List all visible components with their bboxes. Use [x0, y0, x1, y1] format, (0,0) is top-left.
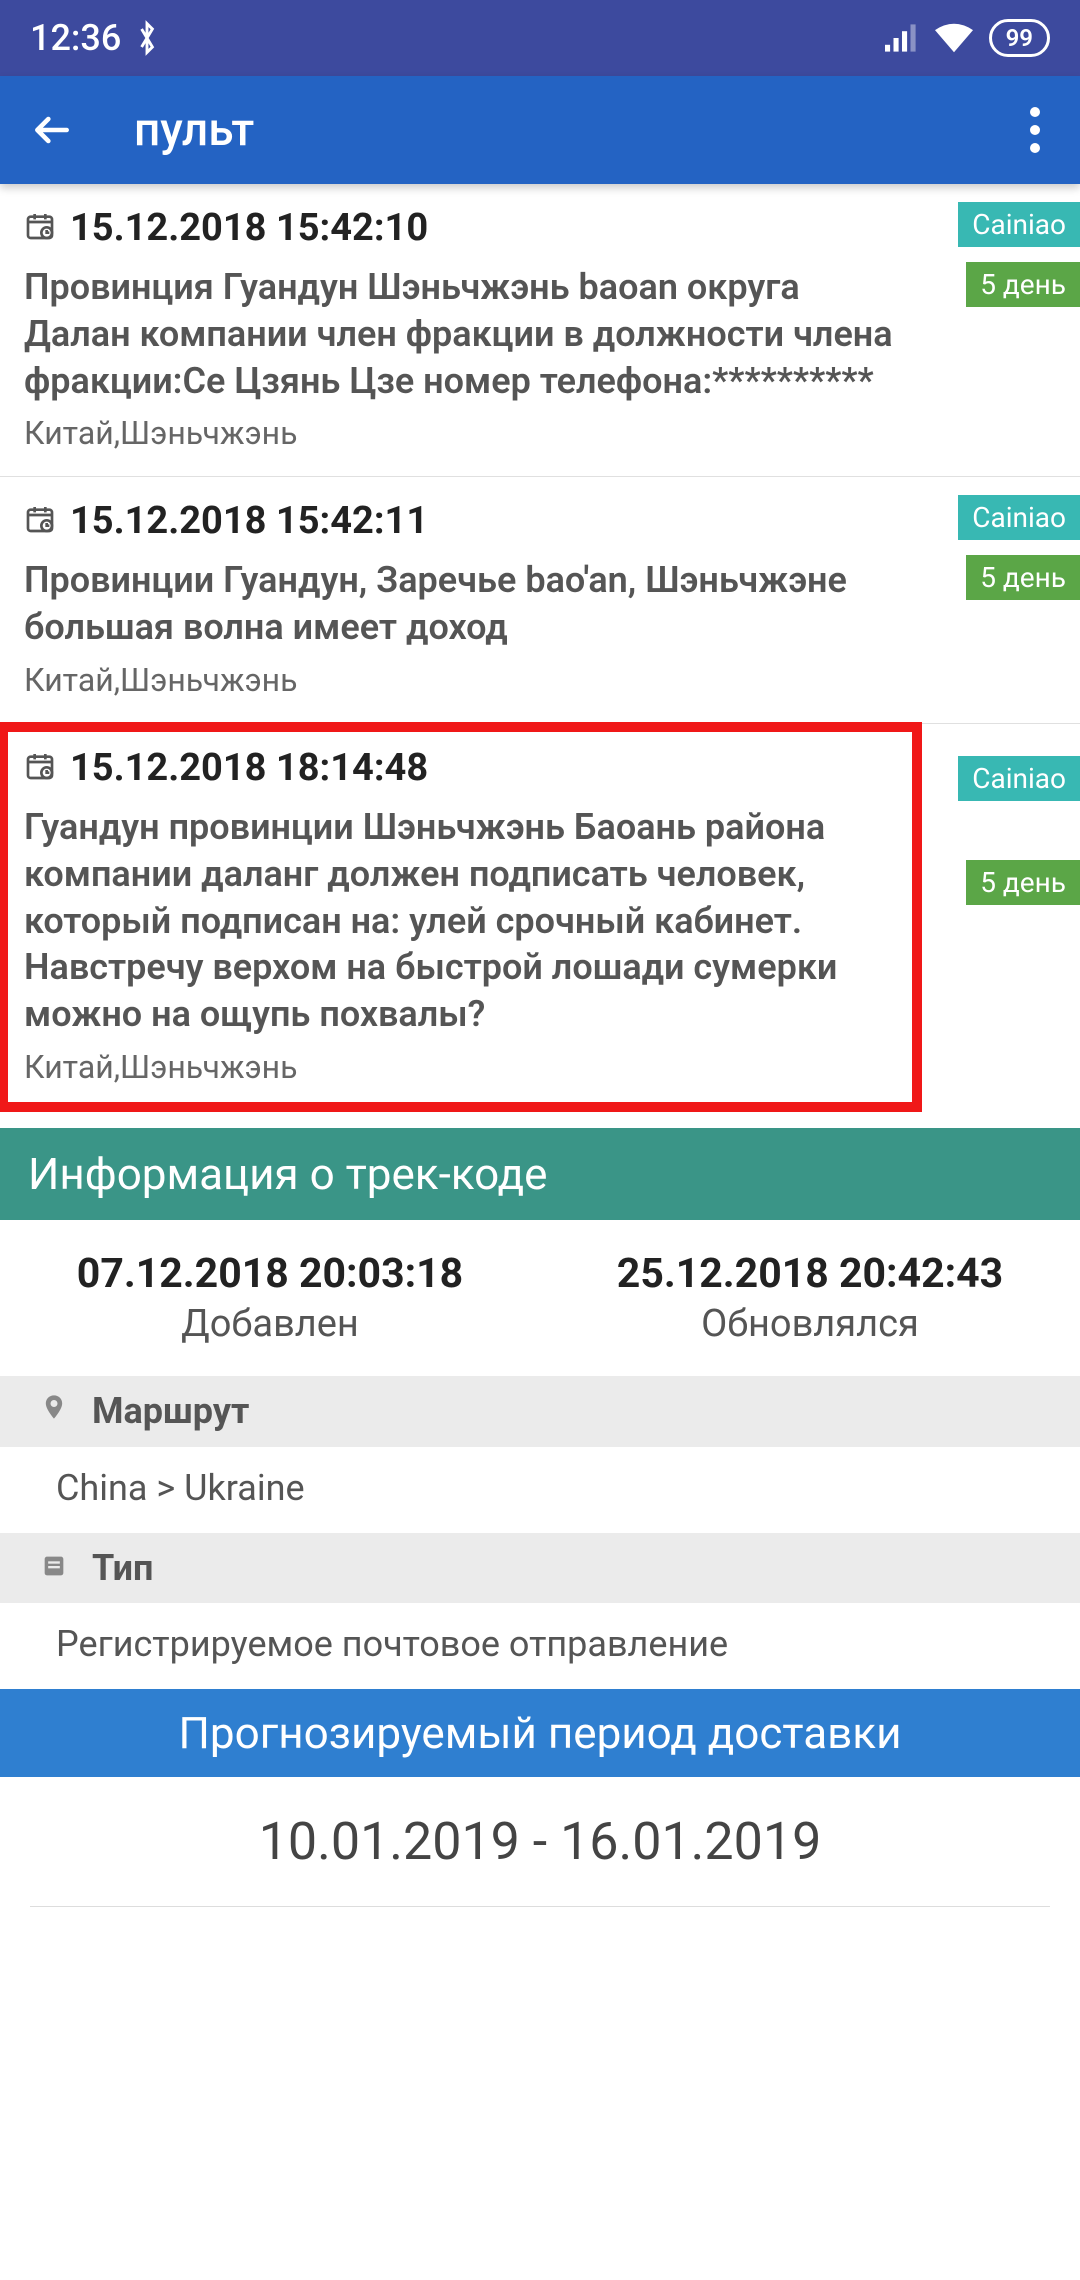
more-button[interactable]	[1020, 97, 1050, 163]
tracking-event[interactable]: 15.12.2018 18:14:48 Гуандун провинции Шэ…	[0, 724, 920, 1110]
forecast-header: Прогнозируемый период доставки	[0, 1689, 1080, 1777]
signal-icon	[885, 24, 919, 52]
event-location: Китай,Шэньчжэнь	[24, 414, 1056, 452]
type-label: Тип	[92, 1547, 153, 1589]
pin-icon	[40, 1390, 68, 1433]
info-dates-row: 07.12.2018 20:03:18 Добавлен 25.12.2018 …	[0, 1220, 1080, 1376]
event-datetime: 15.12.2018 15:42:10	[70, 206, 428, 250]
carrier-badge: Cainiao	[958, 202, 1080, 247]
forecast-value: 10.01.2019 - 16.01.2019	[30, 1777, 1050, 1907]
route-value: China > Ukraine	[0, 1447, 1080, 1533]
calendar-icon	[24, 750, 56, 786]
status-bar: 12:36 99	[0, 0, 1080, 76]
content-area: 15.12.2018 15:42:10 Провинция Гуандун Шэ…	[0, 184, 1080, 1907]
event-datetime: 15.12.2018 15:42:11	[70, 499, 428, 543]
calendar-icon	[24, 210, 56, 246]
tracking-event[interactable]: 15.12.2018 15:42:11 Провинции Гуандун, З…	[0, 477, 1080, 724]
event-description: Провинция Гуандун Шэньчжэнь baoan округа…	[24, 264, 1056, 404]
wifi-icon	[935, 23, 973, 53]
doc-icon	[40, 1547, 68, 1589]
tracking-event[interactable]: 15.12.2018 15:42:10 Провинция Гуандун Шэ…	[0, 184, 1080, 477]
updated-label: Обновлялся	[540, 1302, 1080, 1346]
days-badge: 5 день	[966, 262, 1080, 307]
calendar-icon	[24, 503, 56, 539]
type-value: Регистрируемое почтовое отправление	[0, 1603, 1080, 1689]
event-datetime: 15.12.2018 18:14:48	[70, 746, 428, 790]
status-time: 12:36	[30, 17, 121, 59]
app-bar: пульт	[0, 76, 1080, 184]
page-title: пульт	[134, 103, 254, 157]
bluetooth-icon	[135, 20, 159, 56]
carrier-badge: Cainiao	[958, 756, 1080, 801]
route-label: Маршрут	[92, 1390, 249, 1432]
event-location: Китай,Шэньчжэнь	[24, 661, 1056, 699]
event-description: Гуандун провинции Шэньчжэнь Баоань район…	[24, 804, 896, 1038]
back-button[interactable]	[30, 108, 74, 152]
carrier-badge: Cainiao	[958, 495, 1080, 540]
event-location: Китай,Шэньчжэнь	[24, 1048, 896, 1086]
type-header: Тип	[0, 1533, 1080, 1603]
event-description: Провинции Гуандун, Заречье bao'an, Шэньч…	[24, 557, 1056, 651]
highlighted-event-wrap: 15.12.2018 18:14:48 Гуандун провинции Шэ…	[0, 724, 1080, 1110]
route-header: Маршрут	[0, 1376, 1080, 1447]
added-label: Добавлен	[0, 1302, 540, 1346]
days-badge: 5 день	[966, 555, 1080, 600]
added-datetime: 07.12.2018 20:03:18	[0, 1250, 540, 1298]
battery-indicator: 99	[989, 19, 1050, 57]
info-section-header: Информация о трек-коде	[0, 1128, 1080, 1220]
updated-datetime: 25.12.2018 20:42:43	[540, 1250, 1080, 1298]
days-badge: 5 день	[966, 860, 1080, 905]
